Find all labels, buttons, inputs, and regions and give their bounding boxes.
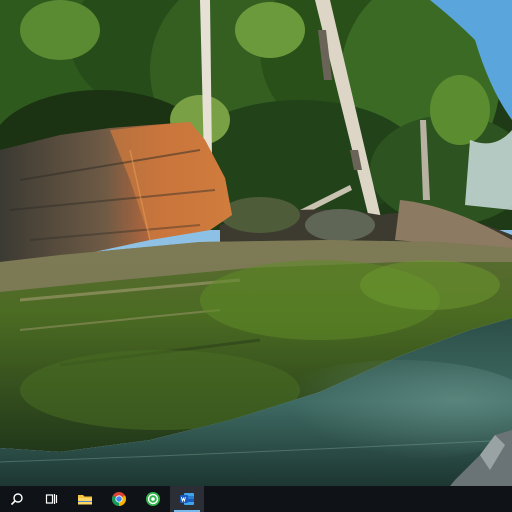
taskbar-green-app-button[interactable]: [136, 486, 170, 512]
chrome-icon: [112, 492, 126, 506]
taskbar-task-view-button[interactable]: [34, 486, 68, 512]
green-app-icon: [146, 492, 160, 506]
desktop: [0, 0, 512, 512]
taskbar: [0, 486, 512, 512]
search-icon: [10, 493, 23, 506]
taskbar-chrome-button[interactable]: [102, 486, 136, 512]
taskbar-file-explorer-button[interactable]: [68, 486, 102, 512]
folder-icon: [78, 495, 92, 505]
task-view-icon: [45, 494, 58, 504]
taskbar-search-button[interactable]: [0, 486, 34, 512]
taskbar-word-button[interactable]: [170, 486, 204, 512]
word-icon: [180, 493, 194, 505]
desktop-wallpaper: [0, 0, 512, 486]
